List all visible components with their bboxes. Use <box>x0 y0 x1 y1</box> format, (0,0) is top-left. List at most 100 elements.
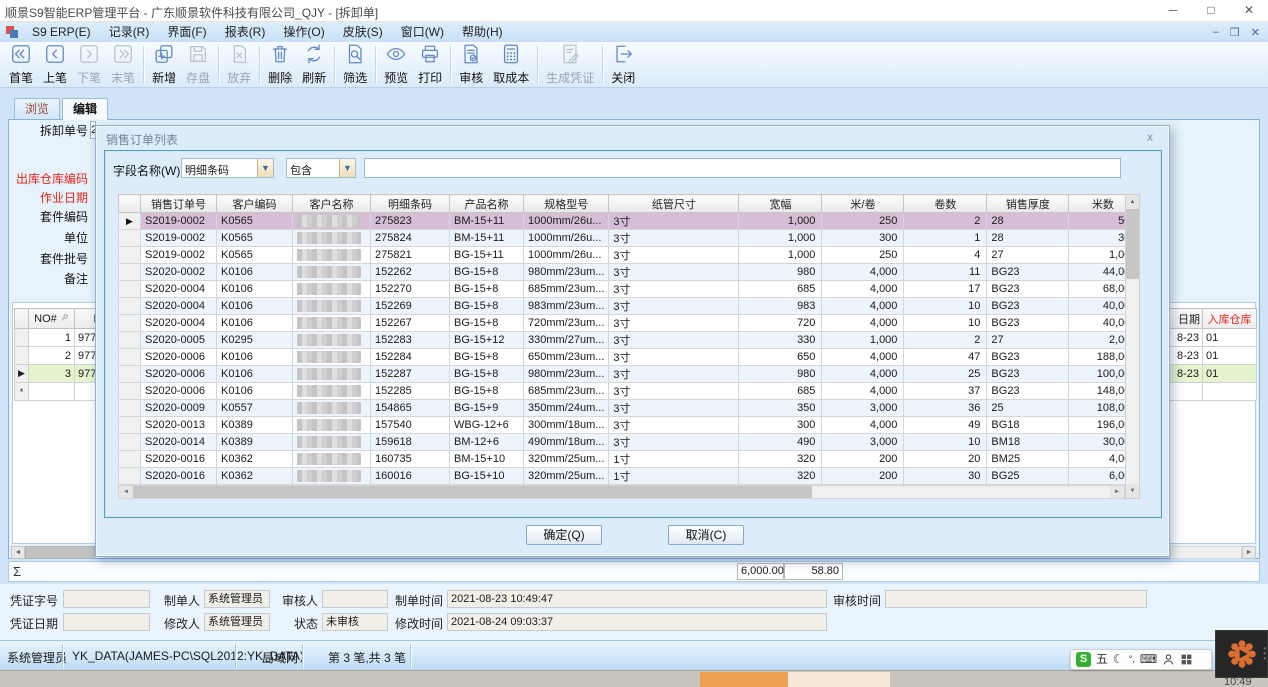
filter-field-dropdown[interactable]: 明细条码 ▼ <box>181 158 274 178</box>
sales-order-row[interactable]: S2019-0002K0565275821BG-15+111000mm/26u.… <box>119 247 1137 264</box>
sales-order-row[interactable]: S2020-0016K0362160016BG-15+10320mm/25um.… <box>119 468 1137 485</box>
sales-order-row[interactable]: S2020-0014K0389159618BM-12+6490mm/18um..… <box>119 434 1137 451</box>
punctuation-icon[interactable]: °, <box>1129 652 1135 667</box>
column-header[interactable]: 客户编码 <box>217 195 293 213</box>
toolbar-print-button[interactable]: 打印 <box>413 42 447 87</box>
sales-order-row[interactable]: S2019-0002K0565275824BM-15+111000mm/26u.… <box>119 230 1137 247</box>
taskbar-item[interactable] <box>788 672 890 687</box>
toolbar-close-form-button[interactable]: 关闭 <box>606 42 640 87</box>
row-selector[interactable] <box>119 315 141 332</box>
toolbar-next-record-button[interactable]: 下笔 <box>72 42 106 87</box>
sales-order-row[interactable]: S2020-0006K0106152285BG-15+8685mm/23um..… <box>119 383 1137 400</box>
toolbar-delete-button[interactable]: 删除 <box>263 42 297 87</box>
sales-order-row[interactable]: S2020-0009K0557154865BG-15+9350mm/24um..… <box>119 400 1137 417</box>
row-selector[interactable] <box>15 347 29 365</box>
menu-item-4[interactable]: 操作(O) <box>274 22 333 42</box>
toolbar-refresh-button[interactable]: 刷新 <box>297 42 331 87</box>
filter-operator-dropdown[interactable]: 包含 ▼ <box>286 158 356 178</box>
row-selector[interactable] <box>119 451 141 468</box>
detail-row[interactable]: 8-2301 <box>1169 347 1257 365</box>
toolbar-audit-button[interactable]: 审核 <box>454 42 488 87</box>
menu-item-0[interactable]: S9 ERP(E) <box>23 22 100 42</box>
scroll-left-arrow[interactable]: ◄ <box>119 486 133 498</box>
toolbar-discard-button[interactable]: 放弃 <box>222 42 256 87</box>
sales-order-row[interactable]: S2020-0005K0295152283BG-15+12330mm/27um.… <box>119 332 1137 349</box>
column-header[interactable]: 规格型号 <box>524 195 609 213</box>
table-vertical-scrollbar[interactable]: ▲ ▼ <box>1125 194 1140 499</box>
row-selector[interactable] <box>15 329 29 347</box>
row-selector[interactable] <box>119 298 141 315</box>
row-selector[interactable] <box>119 400 141 417</box>
main-hscroll-left-arrow[interactable]: ◄ <box>11 546 25 559</box>
table-horizontal-scrollbar[interactable]: ◄ ► <box>118 485 1125 499</box>
footer-field-status[interactable]: 未审核 <box>322 613 388 631</box>
main-hscroll-thumb[interactable] <box>25 546 95 559</box>
column-header[interactable]: 销售订单号 <box>141 195 217 213</box>
menu-item-1[interactable]: 记录(R) <box>100 22 159 42</box>
toolbar-add-new-button[interactable]: 新增 <box>147 42 181 87</box>
sales-order-row[interactable]: S2020-0004K0106152269BG-15+8983mm/23um..… <box>119 298 1137 315</box>
row-selector[interactable] <box>119 349 141 366</box>
chevron-down-icon[interactable]: ▼ <box>257 159 273 177</box>
menu-item-3[interactable]: 报表(R) <box>216 22 275 42</box>
column-header[interactable]: 客户名称 <box>293 195 371 213</box>
row-selector[interactable] <box>119 383 141 400</box>
mdi-restore-button[interactable]: ❐ <box>1230 26 1240 39</box>
sales-order-row[interactable]: S2020-0006K0106152284BG-15+8650mm/23um..… <box>119 349 1137 366</box>
window-close-button[interactable]: ✕ <box>1230 0 1268 22</box>
footer-field-voucher-date[interactable] <box>63 613 150 631</box>
toolbox-icon[interactable] <box>1180 653 1193 666</box>
sales-order-table[interactable]: 销售订单号客户编码客户名称明细条码产品名称规格型号纸管尺寸宽幅米/卷卷数销售厚度… <box>118 194 1137 485</box>
footer-field-modifier[interactable]: 系统管理员 <box>204 613 270 631</box>
column-header[interactable]: 明细条码 <box>371 195 450 213</box>
main-hscroll-track[interactable] <box>1170 546 1242 559</box>
row-selector[interactable]: ▶ <box>15 365 29 383</box>
column-header[interactable]: 卷数 <box>904 195 987 213</box>
taskbar-active-item[interactable] <box>700 672 788 687</box>
cancel-button[interactable]: 取消(C) <box>668 525 744 545</box>
scroll-up-arrow[interactable]: ▲ <box>1126 195 1139 209</box>
row-selector[interactable]: ▶ <box>119 213 141 230</box>
row-selector[interactable] <box>119 247 141 264</box>
sales-order-row[interactable]: ▶S2019-0002K0565275823BM-15+111000mm/26u… <box>119 213 1137 230</box>
window-minimize-button[interactable]: ─ <box>1154 0 1192 22</box>
column-header-date[interactable]: 日期 <box>1169 309 1203 329</box>
chevron-down-icon[interactable]: ▼ <box>339 159 355 177</box>
keyboard-icon[interactable]: ⌨ <box>1140 652 1157 667</box>
sales-order-row[interactable]: S2020-0016K0362160735BM-15+10320mm/25um.… <box>119 451 1137 468</box>
chinese-mode-icon[interactable]: 五 <box>1096 652 1108 667</box>
tab-浏览[interactable]: 浏览 <box>14 98 60 119</box>
detail-grid-right[interactable]: 日期入库仓库8-23018-23018-2301 <box>1168 308 1257 401</box>
column-header[interactable]: 宽幅 <box>739 195 822 213</box>
menu-item-7[interactable]: 帮助(H) <box>453 22 512 42</box>
detail-row[interactable]: 8-2301 <box>1169 329 1257 347</box>
person-icon[interactable] <box>1162 653 1175 666</box>
menu-item-6[interactable]: 窗口(W) <box>392 22 453 42</box>
column-header[interactable]: 产品名称 <box>450 195 524 213</box>
sales-order-row[interactable]: S2020-0002K0106152262BG-15+8980mm/23um..… <box>119 264 1137 281</box>
column-header[interactable]: 米/卷 <box>822 195 904 213</box>
detail-row[interactable]: 8-2301 <box>1169 365 1257 383</box>
row-selector[interactable] <box>119 230 141 247</box>
row-selector[interactable] <box>119 417 141 434</box>
toolbar-cost-button[interactable]: 取成本 <box>488 42 534 87</box>
filter-search-input[interactable] <box>364 158 1121 178</box>
row-selector[interactable] <box>119 332 141 349</box>
row-selector[interactable] <box>119 366 141 383</box>
sales-order-row[interactable]: S2020-0006K0106152287BG-15+8980mm/23um..… <box>119 366 1137 383</box>
mdi-close-button[interactable]: ✕ <box>1251 26 1260 39</box>
new-row[interactable] <box>1169 383 1257 401</box>
ok-button[interactable]: 确定(Q) <box>526 525 602 545</box>
footer-field-audit-time[interactable] <box>885 590 1147 608</box>
scroll-down-arrow[interactable]: ▼ <box>1126 484 1139 498</box>
toolbar-first-record-button[interactable]: 首笔 <box>4 42 38 87</box>
footer-field-auditor[interactable] <box>322 590 388 608</box>
recorder-overlay-badge[interactable]: ••• <box>1215 630 1268 678</box>
column-header-no[interactable]: NO# <box>29 309 75 329</box>
footer-field-modify-time[interactable]: 2021-08-24 09:03:37 <box>447 613 827 631</box>
footer-field-create-time[interactable]: 2021-08-23 10:49:47 <box>447 590 827 608</box>
column-header[interactable]: 纸管尺寸 <box>609 195 739 213</box>
column-header[interactable]: 销售厚度 <box>987 195 1069 213</box>
half-moon-icon[interactable]: ☾ <box>1113 652 1124 667</box>
main-hscroll-right-arrow[interactable]: ► <box>1242 546 1256 559</box>
